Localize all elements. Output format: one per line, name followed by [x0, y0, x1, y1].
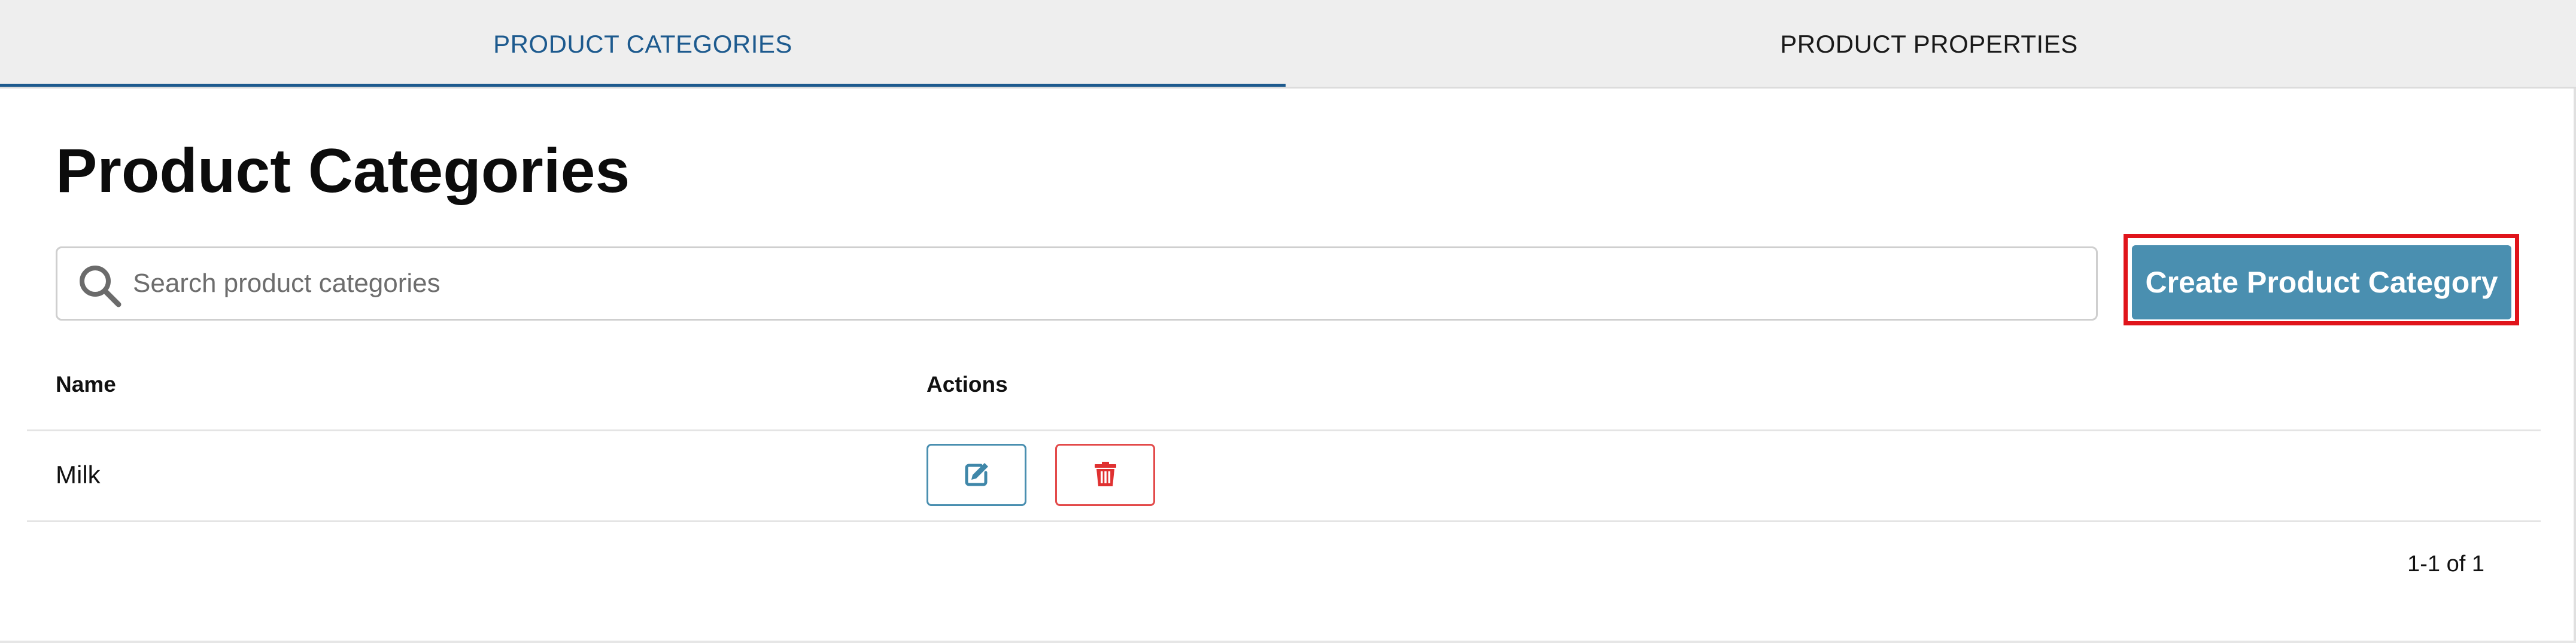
row-name-cell: Milk — [56, 461, 101, 489]
edit-button[interactable] — [926, 444, 1026, 506]
search-icon — [75, 261, 123, 309]
search-input[interactable] — [133, 248, 2078, 319]
content-border-bottom — [0, 641, 2576, 643]
pagination-info: 1-1 of 1 — [2407, 551, 2484, 577]
tab-bar: PRODUCT CATEGORIES PRODUCT PROPERTIES — [0, 0, 2576, 89]
table-divider — [27, 429, 2541, 431]
page-title: Product Categories — [56, 136, 630, 206]
column-header-actions: Actions — [926, 372, 1008, 397]
create-product-category-button[interactable]: Create Product Category — [2132, 245, 2511, 319]
edit-icon — [963, 461, 991, 490]
column-header-name: Name — [56, 372, 116, 397]
tab-product-properties[interactable]: PRODUCT PROPERTIES — [1286, 0, 2572, 89]
active-tab-indicator — [0, 84, 1286, 87]
search-box — [56, 246, 2098, 321]
table-divider — [27, 520, 2541, 522]
tab-product-properties-label: PRODUCT PROPERTIES — [1780, 30, 2078, 58]
trash-icon — [1093, 461, 1117, 489]
content-border-right — [2574, 89, 2576, 643]
tab-product-categories[interactable]: PRODUCT CATEGORIES — [0, 0, 1286, 89]
delete-button[interactable] — [1055, 444, 1155, 506]
tab-product-categories-label: PRODUCT CATEGORIES — [493, 30, 792, 58]
